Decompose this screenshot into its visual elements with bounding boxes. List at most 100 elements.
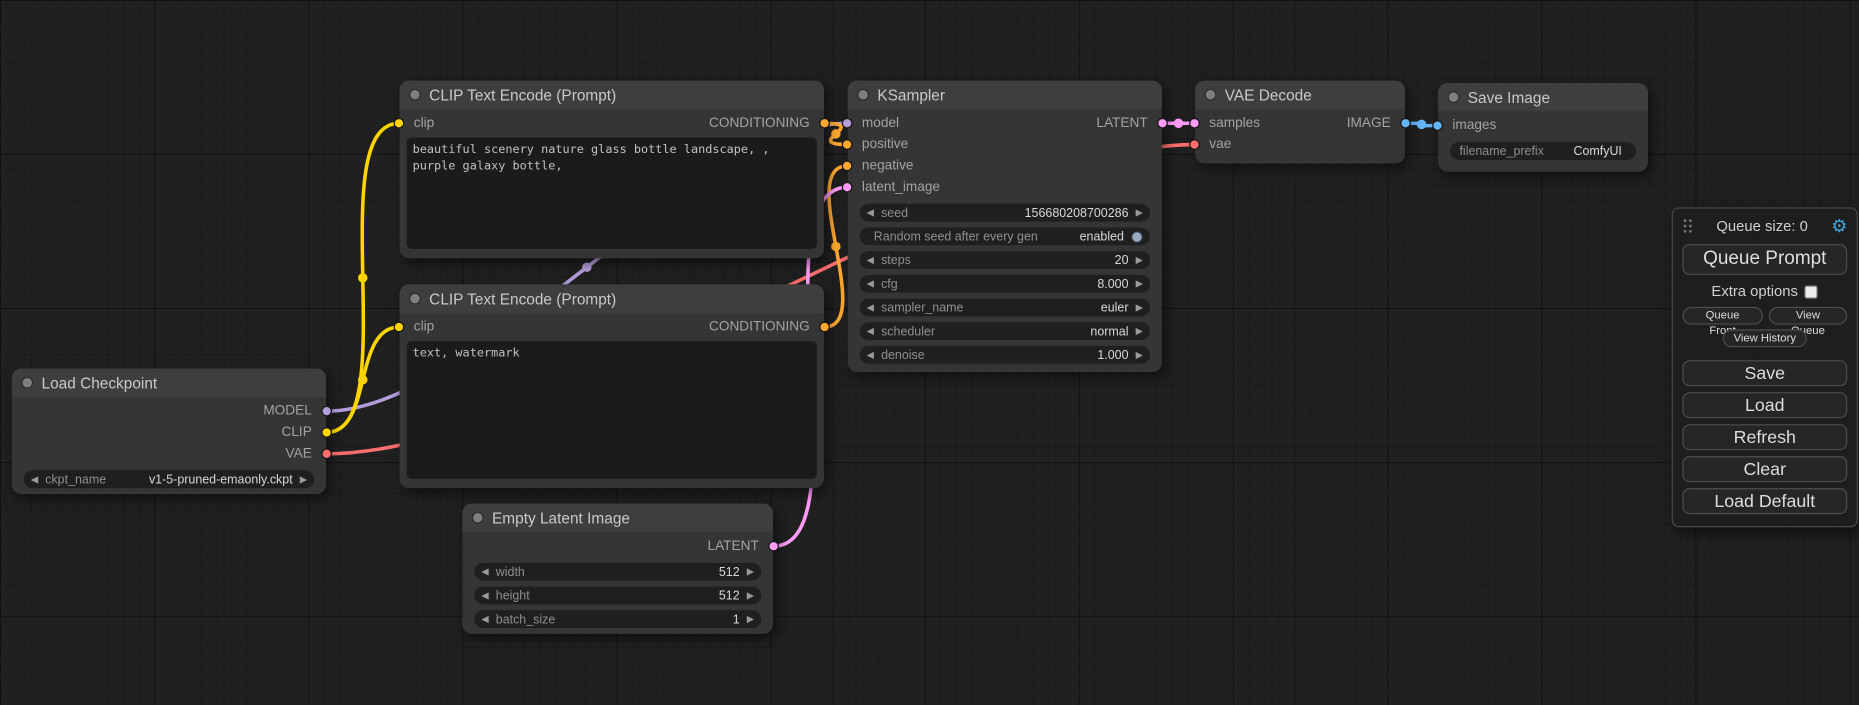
node-graph-canvas[interactable]: Load Checkpoint MODEL CLIP VAE ◀ ckpt_na… [0,0,1859,705]
widget-seed[interactable]: ◀ seed 156680208700286 ▶ [860,204,1150,222]
slot-dot-image-output[interactable] [1400,118,1411,129]
wire-midpoint-dot [831,129,840,138]
drag-handle-icon[interactable] [1682,218,1693,235]
slot-dot-vae-input[interactable] [1189,139,1200,150]
extra-options-checkbox[interactable] [1805,285,1818,298]
output-slot-label: LATENT [1096,116,1147,130]
widget-label: scheduler [881,324,935,338]
arrow-right-icon[interactable]: ▶ [747,591,754,600]
widget-value: enabled [1080,229,1124,243]
view-queue-button[interactable]: View Queue [1769,307,1847,325]
gear-icon[interactable]: ⚙ [1831,217,1847,235]
load-button[interactable]: Load [1682,392,1847,418]
arrow-left-icon[interactable]: ◀ [867,326,874,335]
view-history-button[interactable]: View History [1723,329,1807,347]
arrow-left-icon[interactable]: ◀ [867,303,874,312]
widget-filename-prefix[interactable]: filename_prefix ComfyUI [1450,142,1636,160]
save-button[interactable]: Save [1682,360,1847,386]
arrow-left-icon[interactable]: ◀ [867,350,874,359]
slot-row: clip CONDITIONING [400,113,824,134]
collapse-dot[interactable] [1448,91,1460,103]
slot-dot-clip[interactable] [321,427,332,438]
slot-dot-conditioning-output[interactable] [819,322,830,333]
refresh-button[interactable]: Refresh [1682,424,1847,450]
node-empty-latent-image[interactable]: Empty Latent Image LATENT ◀ width 512 ▶ … [462,504,773,634]
node-clip-text-encode-positive[interactable]: CLIP Text Encode (Prompt) clip CONDITION… [400,81,824,259]
node-title-bar[interactable]: CLIP Text Encode (Prompt) [400,284,824,312]
input-slot-label: clip [414,116,434,130]
arrow-left-icon[interactable]: ◀ [481,614,488,623]
node-title: Save Image [1468,88,1550,106]
slot-dot-vae[interactable] [321,448,332,459]
node-vae-decode[interactable]: VAE Decode samples IMAGE vae [1195,81,1405,164]
toggle-knob-icon[interactable] [1131,230,1143,242]
positive-prompt-textarea[interactable]: beautiful scenery nature glass bottle la… [407,137,817,248]
node-title-bar[interactable]: CLIP Text Encode (Prompt) [400,81,824,109]
widget-steps[interactable]: ◀ steps 20 ▶ [860,251,1150,269]
node-clip-text-encode-negative[interactable]: CLIP Text Encode (Prompt) clip CONDITION… [400,284,824,488]
widget-ckpt-name[interactable]: ◀ ckpt_name v1-5-pruned-emaonly.ckpt ▶ [24,470,314,488]
widget-scheduler[interactable]: ◀ scheduler normal ▶ [860,322,1150,340]
input-slot-label: model [862,116,899,130]
slot-dot-latent-image-input[interactable] [842,182,853,193]
collapse-dot[interactable] [409,89,421,101]
node-load-checkpoint[interactable]: Load Checkpoint MODEL CLIP VAE ◀ ckpt_na… [12,369,326,495]
widget-batch-size[interactable]: ◀ batch_size 1 ▶ [474,610,761,628]
node-title-bar[interactable]: Load Checkpoint [12,369,326,397]
arrow-left-icon[interactable]: ◀ [481,591,488,600]
node-title-bar[interactable]: Empty Latent Image [462,504,773,532]
arrow-right-icon[interactable]: ▶ [1136,279,1143,288]
slot-dot-samples-input[interactable] [1189,118,1200,129]
widget-denoise[interactable]: ◀ denoise 1.000 ▶ [860,346,1150,364]
slot-dot-clip-input[interactable] [394,322,405,333]
slot-dot-model-input[interactable] [842,118,853,129]
widget-sampler-name[interactable]: ◀ sampler_name euler ▶ [860,299,1150,317]
widget-label: width [496,565,525,579]
arrow-right-icon[interactable]: ▶ [1136,255,1143,264]
arrow-left-icon[interactable]: ◀ [481,567,488,576]
slot-dot-model[interactable] [321,406,332,417]
node-title: CLIP Text Encode (Prompt) [429,290,616,308]
widget-cfg[interactable]: ◀ cfg 8.000 ▶ [860,275,1150,293]
arrow-left-icon[interactable]: ◀ [31,475,38,484]
arrow-right-icon[interactable]: ▶ [1136,208,1143,217]
node-title: Empty Latent Image [492,509,630,527]
node-save-image[interactable]: Save Image images filename_prefix ComfyU… [1438,83,1648,172]
queue-front-button[interactable]: Queue Front [1682,307,1762,325]
collapse-dot[interactable] [1205,89,1217,101]
arrow-right-icon[interactable]: ▶ [747,614,754,623]
node-title-bar[interactable]: Save Image [1438,83,1648,111]
arrow-right-icon[interactable]: ▶ [747,567,754,576]
slot-row: clip CONDITIONING [400,316,824,337]
arrow-left-icon[interactable]: ◀ [867,279,874,288]
arrow-left-icon[interactable]: ◀ [867,208,874,217]
collapse-dot[interactable] [409,293,421,305]
load-default-button[interactable]: Load Default [1682,488,1847,514]
arrow-right-icon[interactable]: ▶ [1136,350,1143,359]
node-title-bar[interactable]: VAE Decode [1195,81,1405,109]
negative-prompt-textarea[interactable]: text, watermark [407,341,817,478]
arrow-right-icon[interactable]: ▶ [1136,326,1143,335]
slot-dot-negative-input[interactable] [842,161,853,172]
collapse-dot[interactable] [857,89,869,101]
node-ksampler[interactable]: KSampler model LATENT positive negative … [848,81,1162,372]
arrow-right-icon[interactable]: ▶ [300,475,307,484]
widget-height[interactable]: ◀ height 512 ▶ [474,587,761,605]
node-title: KSampler [877,86,945,104]
collapse-dot[interactable] [21,377,33,389]
node-title-bar[interactable]: KSampler [848,81,1162,109]
slot-dot-images-input[interactable] [1432,120,1443,131]
slot-dot-latent-output[interactable] [1157,118,1168,129]
queue-prompt-button[interactable]: Queue Prompt [1682,244,1847,275]
arrow-left-icon[interactable]: ◀ [867,255,874,264]
widget-width[interactable]: ◀ width 512 ▶ [474,563,761,581]
clear-button[interactable]: Clear [1682,456,1847,482]
collapse-dot[interactable] [472,512,484,524]
slot-dot-conditioning-output[interactable] [819,118,830,129]
widget-random-seed-toggle[interactable]: Random seed after every gen enabled [860,228,1150,246]
slot-dot-latent-output[interactable] [768,541,779,552]
arrow-right-icon[interactable]: ▶ [1136,303,1143,312]
slot-dot-clip-input[interactable] [394,118,405,129]
wire-midpoint-dot [358,273,367,282]
slot-dot-positive-input[interactable] [842,139,853,150]
